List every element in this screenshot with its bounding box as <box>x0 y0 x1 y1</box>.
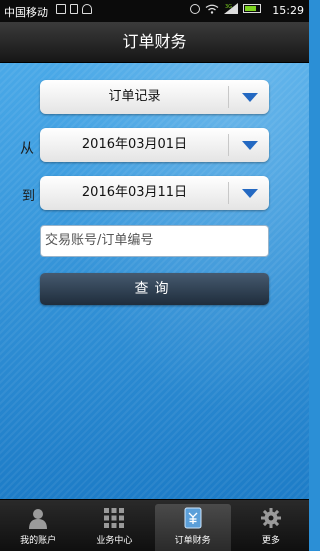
search-input[interactable]: 交易账号/订单编号 <box>40 225 269 257</box>
query-button[interactable]: 查询 <box>40 273 269 305</box>
to-label: 到 <box>22 189 36 204</box>
chevron-down-icon <box>242 93 258 102</box>
chevron-down-icon <box>242 141 258 150</box>
chevron-down-icon <box>242 189 258 198</box>
dropdown-divider <box>228 182 229 204</box>
page-title: 订单财务 <box>0 22 309 63</box>
dropdown-divider <box>228 86 229 108</box>
nav-label: 业务中心 <box>96 536 133 546</box>
alarm-icon <box>190 3 200 14</box>
from-label: 从 <box>20 141 34 157</box>
to-date-value: 2016年03月11日 <box>81 185 188 200</box>
user-icon <box>29 509 48 529</box>
dropdown-divider <box>228 134 229 156</box>
sim-notification-icon <box>70 4 78 14</box>
from-date-value: 2016年03月01日 <box>81 137 188 152</box>
bottom-nav: 我的账户 业务中心 订单财务 更多 <box>0 499 309 551</box>
nav-item-my-account[interactable]: 我的账户 <box>0 500 76 551</box>
carrier-label: 中国移动 <box>4 6 48 19</box>
system-icons: 3G <box>190 3 261 14</box>
main-content: 订单记录 从 2016年03月01日 到 2016年03月11日 交易账号/订单… <box>0 63 309 499</box>
svg-text:3G: 3G <box>225 4 232 10</box>
android-notification-icon <box>82 4 92 14</box>
clock-time: 15:29 <box>272 4 304 17</box>
grid-icon <box>104 508 125 528</box>
from-date-dropdown[interactable]: 2016年03月01日 <box>40 128 269 162</box>
record-type-value: 订单记录 <box>108 89 161 104</box>
nav-label: 订单财务 <box>174 536 211 546</box>
nav-item-more[interactable]: 更多 <box>233 500 309 551</box>
wifi-icon <box>205 4 219 14</box>
status-bar: 中国移动 3G 15:29 <box>0 0 309 22</box>
finance-icon <box>184 507 202 529</box>
nav-label: 更多 <box>261 536 280 546</box>
battery-icon <box>243 4 261 13</box>
nav-label: 我的账户 <box>20 536 57 546</box>
nav-item-order-finance[interactable]: 订单财务 <box>154 504 231 551</box>
image-notification-icon <box>56 4 66 14</box>
signal-icon: 3G <box>224 3 238 14</box>
nav-item-business-center[interactable]: 业务中心 <box>76 500 152 551</box>
search-placeholder: 交易账号/订单编号 <box>45 233 154 248</box>
notification-icons <box>56 4 92 14</box>
to-date-dropdown[interactable]: 2016年03月11日 <box>40 176 269 210</box>
record-type-dropdown[interactable]: 订单记录 <box>40 80 269 114</box>
gear-icon <box>260 508 281 528</box>
